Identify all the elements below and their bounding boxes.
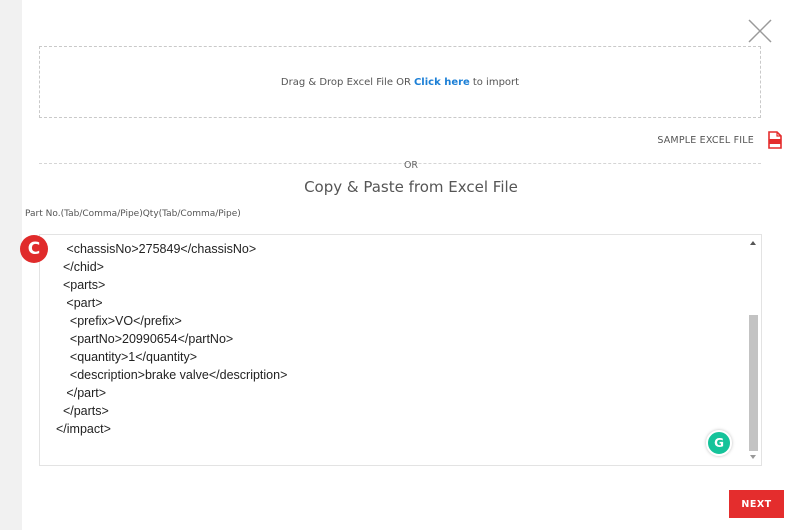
file-dropzone[interactable]: Drag & Drop Excel File OR Click here to … [39,46,761,118]
code-line: </chid> [56,260,104,274]
textarea-content: <chassisNo>275849</chassisNo> </chid> <p… [56,240,287,438]
scrollbar-thumb[interactable] [749,315,758,451]
code-line: <parts> [56,278,106,292]
sample-file-row: SAMPLE EXCEL FILE [657,130,782,150]
code-line: </parts> [56,404,109,418]
code-line: <quantity>1</quantity> [56,350,198,364]
grammarly-icon[interactable]: G [706,430,732,456]
code-line: </part> [56,386,107,400]
paste-field-label: Part No.(Tab/Comma/Pipe)Qty(Tab/Comma/Pi… [25,209,241,219]
overlay-c-badge-icon: C [20,235,48,263]
paste-textarea[interactable]: <chassisNo>275849</chassisNo> </chid> <p… [39,234,762,466]
sample-excel-file-link[interactable]: SAMPLE EXCEL FILE [657,135,754,146]
dropzone-text-suffix: to import [472,76,520,88]
click-here-link[interactable]: Click here [414,77,470,88]
or-separator: OR [403,160,419,171]
close-icon[interactable] [747,18,773,44]
next-button[interactable]: NEXT [729,490,784,518]
textarea-scrollbar[interactable] [748,237,759,463]
excel-file-icon[interactable] [768,131,782,149]
code-line: <part> [56,296,103,310]
dropzone-text-prefix: Drag & Drop Excel File OR [280,76,411,88]
scroll-down-arrow-icon[interactable] [750,455,756,459]
code-line: <chassisNo>275849</chassisNo> [56,242,257,256]
code-line: <description>brake valve</description> [56,368,288,382]
paste-heading: Copy & Paste from Excel File [304,178,518,196]
import-modal: Drag & Drop Excel File OR Click here to … [22,0,800,530]
code-line: </impact> [56,422,111,436]
scroll-up-arrow-icon[interactable] [750,241,756,245]
code-line: <prefix>VO</prefix> [56,314,182,328]
code-line: <partNo>20990654</partNo> [56,332,234,346]
